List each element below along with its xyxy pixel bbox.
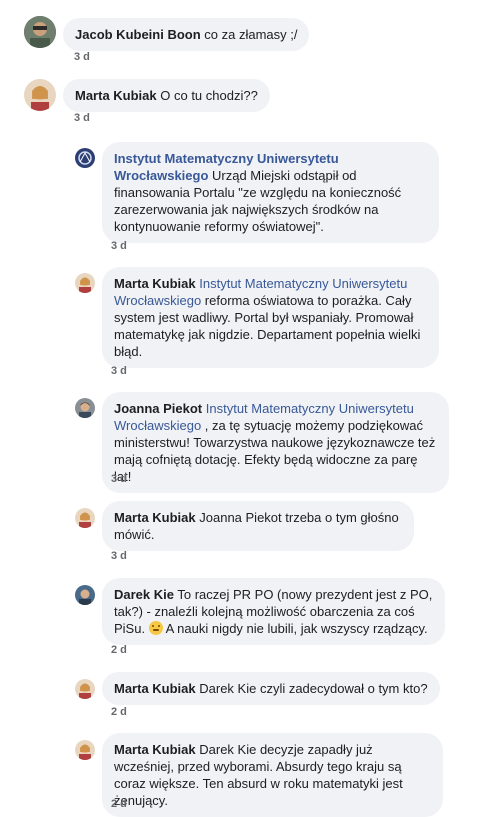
avatar-photo-icon — [75, 508, 95, 528]
comment-timestamp[interactable]: 3 d — [111, 240, 127, 252]
comment-bubble: Jacob Kubeini Boon co za złamasy ;/ — [63, 18, 310, 51]
comment-timestamp[interactable]: 3 d — [111, 365, 127, 377]
avatar-photo-icon — [75, 740, 95, 760]
comment-timestamp[interactable]: 2 d — [111, 644, 127, 656]
avatar-photo-icon — [75, 273, 95, 293]
avatar[interactable] — [75, 273, 95, 293]
avatar[interactable] — [75, 679, 95, 699]
avatar[interactable] — [75, 148, 95, 168]
avatar-photo-icon — [75, 679, 95, 699]
avatar[interactable] — [75, 585, 95, 605]
comment-author[interactable]: Darek Kie — [114, 587, 174, 602]
avatar[interactable] — [24, 16, 56, 48]
comment-timestamp[interactable]: 3 d — [111, 550, 127, 562]
avatar-photo-icon — [75, 398, 95, 418]
comment-text: O co tu chodzi?? — [156, 88, 258, 103]
comment-timestamp[interactable]: 2 d — [111, 798, 127, 810]
avatar[interactable] — [24, 79, 56, 111]
avatar-photo-icon — [75, 585, 95, 605]
comment-text-continued: A nauki nigdy nie lubili, jak wszyscy rz… — [162, 621, 428, 636]
comment-timestamp[interactable]: 3 d — [74, 51, 90, 63]
comment-author[interactable]: Marta Kubiak — [75, 88, 157, 103]
comment-bubble: Marta Kubiak Darek Kie czyli zadecydował… — [102, 672, 440, 705]
avatar-photo-icon — [24, 79, 56, 111]
comment-bubble: Joanna Piekot Instytut Matematyczny Uniw… — [102, 392, 449, 493]
comment-bubble: Marta Kubiak O co tu chodzi?? — [63, 79, 270, 112]
comment-author[interactable]: Marta Kubiak — [114, 742, 196, 757]
comment-bubble: Marta Kubiak Instytut Matematyczny Uniwe… — [102, 267, 439, 368]
comment-bubble: Darek Kie To raczej PR PO (nowy prezyden… — [102, 578, 445, 645]
comment-author[interactable]: Marta Kubiak — [114, 681, 196, 696]
comment-author[interactable]: Joanna Piekot — [114, 401, 202, 416]
comment-bubble: Marta Kubiak Joanna Piekot trzeba o tym … — [102, 501, 414, 551]
comment-author[interactable]: Marta Kubiak — [114, 510, 196, 525]
comment-timestamp[interactable]: 3 d — [74, 112, 90, 124]
comment-timestamp[interactable]: 3 d — [111, 473, 127, 485]
comment-author[interactable]: Marta Kubiak — [114, 276, 196, 291]
comment-author[interactable]: Jacob Kubeini Boon — [75, 27, 201, 42]
confused-emoji-icon — [148, 621, 163, 635]
avatar[interactable] — [75, 398, 95, 418]
comment-text: Darek Kie czyli zadecydował o tym kto? — [195, 681, 428, 696]
avatar[interactable] — [75, 740, 95, 760]
avatar[interactable] — [75, 508, 95, 528]
comment-bubble: Instytut Matematyczny Uniwersytetu Wrocł… — [102, 142, 439, 243]
comment-bubble: Marta Kubiak Darek Kie decyzje zapadły j… — [102, 733, 443, 817]
comment-text: co za złamasy ;/ — [200, 27, 298, 42]
institute-logo-icon — [75, 148, 95, 168]
avatar-photo-icon — [24, 16, 56, 48]
comment-timestamp[interactable]: 2 d — [111, 706, 127, 718]
